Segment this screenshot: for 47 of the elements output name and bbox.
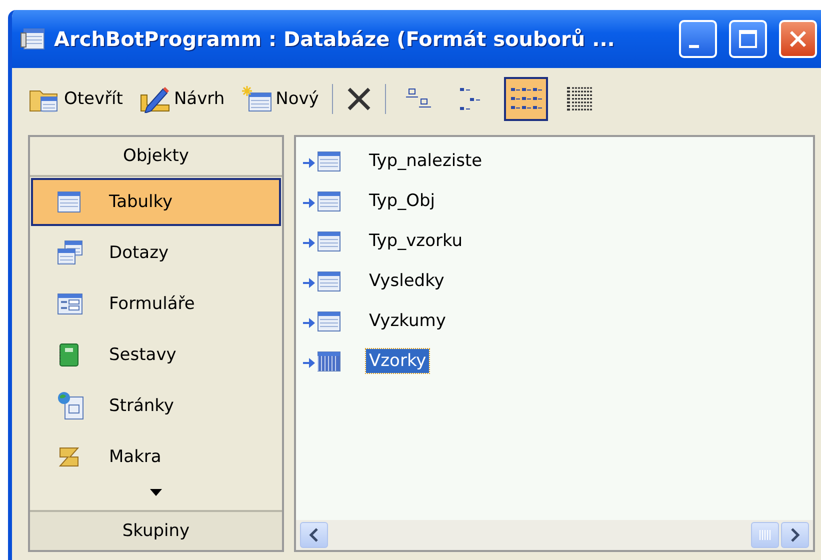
notebook-icon <box>57 343 79 367</box>
object-type-item[interactable]: Tabulky <box>31 178 281 226</box>
object-type-item[interactable]: Formuláře <box>31 280 281 328</box>
scroll-icon <box>57 446 81 468</box>
table-name[interactable]: Vzorky <box>366 349 430 373</box>
horizontal-scrollbar[interactable] <box>296 520 813 550</box>
groups-header[interactable]: Skupiny <box>30 510 282 550</box>
details-view-icon <box>564 85 595 113</box>
table-name[interactable]: Typ_Obj <box>366 189 438 213</box>
linked-table-icon <box>302 310 342 332</box>
minimize-icon <box>689 44 699 48</box>
linked-table-icon <box>302 150 342 172</box>
view-button[interactable] <box>504 77 548 121</box>
table-name[interactable]: Vyzkumy <box>366 309 449 333</box>
maximize-icon <box>738 29 758 49</box>
window-title: ArchBotProgramm : Databáze (Formát souborů ... <box>54 27 616 51</box>
database-icon <box>20 27 46 51</box>
object-type-item[interactable]: Sestavy <box>31 331 281 379</box>
maximize-button[interactable] <box>729 20 767 58</box>
linked-table-icon <box>302 190 342 212</box>
toolbar-button[interactable]: Otevřít <box>26 81 126 117</box>
toolbar-button[interactable]: Nový <box>238 81 322 117</box>
scroll-right-button[interactable] <box>781 522 809 548</box>
minimize-button[interactable] <box>679 20 717 58</box>
table-name[interactable]: Typ_naleziste <box>366 149 486 173</box>
new-table-icon <box>240 85 273 113</box>
linked-table-icon <box>302 230 342 252</box>
web-page-icon <box>57 391 85 421</box>
close-button[interactable] <box>779 20 817 58</box>
more-arrow-icon[interactable] <box>150 489 162 496</box>
table-name[interactable]: Typ_vzorku <box>366 229 466 253</box>
ruler-pencil-icon <box>138 85 171 113</box>
toolbar-button[interactable]: Návrh <box>136 81 228 117</box>
delete-icon <box>346 86 372 112</box>
grip-icon <box>759 530 771 540</box>
close-icon <box>788 29 808 49</box>
table-name[interactable]: Vysledky <box>366 269 448 293</box>
object-type-item[interactable]: Makra <box>31 433 281 481</box>
linked-table-icon <box>302 350 342 372</box>
form-icon <box>57 293 83 315</box>
linked-table-icon <box>302 270 342 292</box>
object-type-item[interactable]: Dotazy <box>31 229 281 277</box>
scroll-thumb[interactable] <box>751 522 779 548</box>
table-icon <box>57 191 81 213</box>
stacked-tables-icon <box>57 240 83 266</box>
object-type-item[interactable]: Stránky <box>31 382 281 430</box>
scroll-left-button[interactable] <box>300 522 328 548</box>
